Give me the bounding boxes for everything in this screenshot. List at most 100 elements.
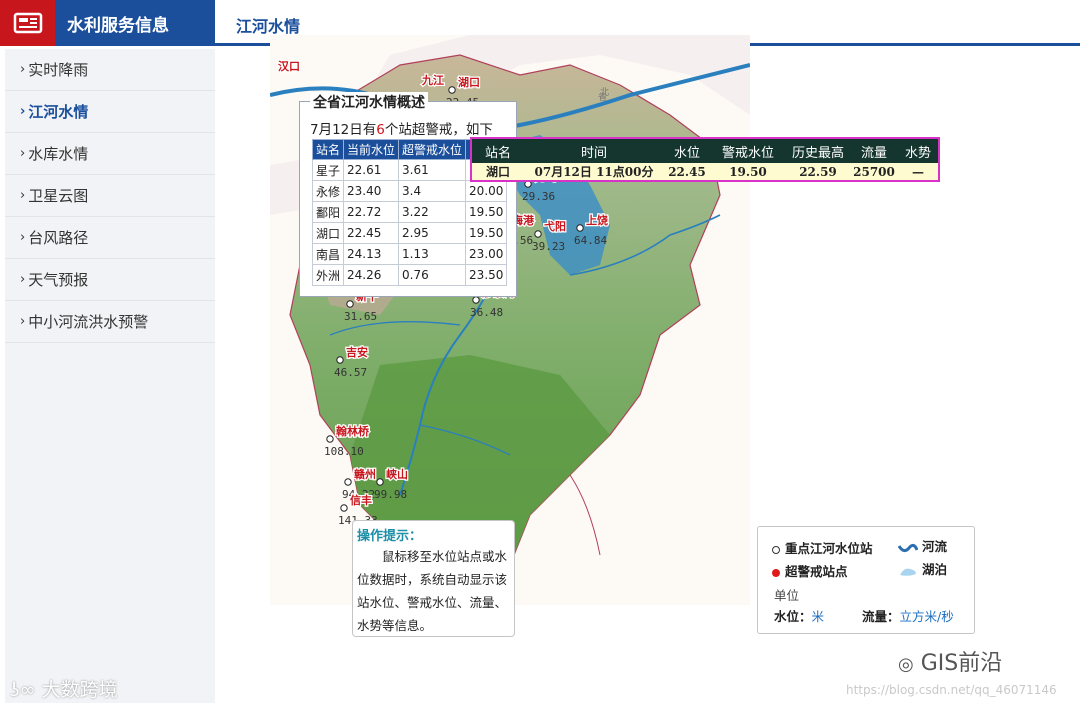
water-level-value[interactable]: 39.23 — [532, 240, 565, 253]
tooltip-time: 07月12日 11点00分 — [534, 165, 654, 179]
water-level-value[interactable]: 36.48 — [470, 306, 503, 319]
legend-key-station: 重点江河水位站 — [772, 538, 873, 557]
tooltip-row: 湖口 07月12日 11点00分 22.45 19.50 22.59 25700… — [472, 163, 938, 180]
watermark-brand: GIS前沿 — [920, 651, 1003, 676]
table-cell: 3.61 — [398, 159, 467, 181]
table-cell: 23.50 — [465, 264, 508, 286]
watermark-left: ʖ∞ 大数跨境 — [10, 675, 118, 702]
table-cell: 外洲 — [311, 264, 345, 286]
station-marker[interactable] — [376, 478, 384, 486]
city-label[interactable]: 吉安 — [345, 344, 370, 361]
table-cell: 星子 — [311, 159, 345, 181]
station-marker[interactable] — [576, 224, 584, 232]
legend-alarm-station: 超警戒站点 — [772, 561, 848, 580]
sidebar-item-label: 卫星云图 — [28, 187, 89, 205]
table-cell: 南昌 — [311, 243, 345, 265]
tooltip-col-flow: 流量 — [860, 145, 887, 161]
table-cell: 3.4 — [398, 180, 467, 202]
city-label[interactable]: 赣州 — [353, 466, 378, 483]
legend-unit: 立方米/秒 — [899, 609, 954, 624]
table-cell: 2.95 — [398, 222, 467, 244]
tooltip-col-record: 历史最高 — [791, 145, 844, 161]
water-level-value[interactable]: 108.10 — [324, 445, 364, 458]
station-marker[interactable] — [344, 478, 352, 486]
station-marker[interactable] — [326, 435, 334, 443]
sidebar-item-label: 江河水情 — [28, 103, 89, 121]
table-cell: 24.13 — [343, 243, 400, 265]
legend-label: 流量： — [862, 609, 900, 624]
sidebar-item-reservoir[interactable]: › 水库水情 — [5, 133, 215, 175]
tooltip-level: 22.45 — [668, 164, 706, 179]
summary-suffix: 个站超警戒，如下 — [384, 122, 493, 138]
legend-label: 超警戒站点 — [785, 564, 848, 579]
legend-flow: 流量：立方米/秒 — [862, 606, 954, 625]
table-cell: 23.40 — [343, 180, 400, 202]
brand[interactable]: 水利服务信息 — [0, 0, 215, 46]
river-summary-panel: 全省江河水情概述 7月12日有6个站超警戒，如下 站名 当前水位 超警戒水位 警… — [299, 92, 517, 297]
table-cell: 20.00 — [465, 180, 508, 202]
operation-hint: 操作提示： 鼠标移至水位站点或水位数据时，系统自动显示该站水位、警戒水位、流量、… — [352, 520, 515, 637]
chevron-right-icon: › — [20, 104, 26, 119]
water-level-value[interactable]: 29.36 — [522, 190, 555, 203]
table-cell: 0.76 — [398, 264, 467, 286]
table-row[interactable]: 外洲 24.26 0.76 23.50 — [311, 264, 508, 286]
table-cell: 23.00 — [465, 243, 508, 265]
tooltip-col-level: 水位 — [673, 145, 700, 161]
station-marker[interactable] — [336, 356, 344, 364]
table-row[interactable]: 南昌 24.13 1.13 23.00 — [311, 243, 508, 265]
tooltip-header: 站名 时间 水位 警戒水位 历史最高 流量 水势 — [472, 139, 938, 163]
sidebar-item-rainfall[interactable]: › 实时降雨 — [5, 49, 215, 91]
hint-body: 鼠标移至水位站点或水位数据时，系统自动显示该站水位、警戒水位、流量、水势等信息。 — [357, 549, 508, 633]
station-marker[interactable] — [472, 296, 480, 304]
watermark-text: 大数跨境 — [41, 679, 118, 701]
sidebar-item-label: 水库水情 — [28, 145, 89, 163]
sidebar-item-river[interactable]: › 江河水情 — [5, 91, 215, 133]
tooltip-station: 湖口 — [485, 165, 510, 179]
station-marker[interactable] — [448, 86, 456, 94]
summary-text: 7月12日有6个站超警戒，如下 — [310, 118, 493, 138]
sidebar-item-label: 台风路径 — [28, 229, 89, 247]
watermark-url: https://blog.csdn.net/qq_46071146 — [846, 683, 1057, 697]
water-level-value[interactable]: 64.84 — [574, 234, 607, 247]
table-cell: 22.45 — [343, 222, 400, 244]
map-legend: 重点江河水位站 河流 超警戒站点 湖泊 单位 水位：米 流量：立方米/秒 — [757, 526, 975, 634]
sidebar-item-weather[interactable]: › 天气预报 — [5, 259, 215, 301]
table-cell: 鄱阳 — [311, 201, 345, 223]
sidebar-item-typhoon[interactable]: › 台风路径 — [5, 217, 215, 259]
table-row[interactable]: 湖口 22.45 2.95 19.50 — [311, 222, 508, 244]
brand-title: 水利服务信息 — [67, 15, 169, 36]
chevron-right-icon: › — [20, 230, 26, 245]
river-icon — [897, 543, 919, 552]
city-label[interactable]: 九江 — [420, 72, 446, 89]
sidebar-item-satellite[interactable]: › 卫星云图 — [5, 175, 215, 217]
station-marker[interactable] — [534, 230, 542, 238]
city-label[interactable]: 翰林桥 — [335, 423, 371, 440]
watermark-logo-icon: ʖ∞ — [10, 679, 42, 701]
sidebar-item-flood-warning[interactable]: › 中小河流洪水预警 — [5, 301, 215, 343]
city-label[interactable]: 峡山 — [385, 466, 410, 483]
station-dot-icon — [772, 545, 780, 554]
water-level-value[interactable]: 99.98 — [374, 488, 407, 501]
city-label[interactable]: 汉口 — [277, 58, 302, 75]
station-marker[interactable] — [346, 300, 354, 308]
legend-label: 湖泊 — [922, 562, 948, 577]
table-row[interactable]: 永修 23.40 3.4 20.00 — [311, 180, 508, 202]
table-cell: 湖口 — [311, 222, 345, 244]
tooltip-col-time: 时间 — [580, 145, 607, 161]
province-label: 北 — [600, 87, 609, 98]
city-label[interactable]: 弋阳 — [543, 218, 568, 235]
lake-icon — [900, 568, 916, 576]
tooltip-col-station: 站名 — [484, 145, 511, 161]
table-row[interactable]: 鄱阳 22.72 3.22 19.50 — [311, 201, 508, 223]
city-label[interactable]: 湖口 — [457, 74, 482, 91]
wechat-icon: ◎ — [898, 654, 914, 675]
legend-lake: 湖泊 — [898, 559, 947, 578]
city-label[interactable]: 信丰 — [349, 492, 374, 509]
alarm-dot-icon — [772, 568, 780, 577]
water-level-value[interactable]: 31.65 — [344, 310, 377, 323]
city-label[interactable]: 上饶 — [585, 212, 610, 229]
chevron-right-icon: › — [20, 272, 26, 287]
water-level-value[interactable]: 46.57 — [334, 366, 367, 379]
legend-unit-title: 单位 — [774, 588, 800, 603]
station-marker[interactable] — [340, 504, 348, 512]
